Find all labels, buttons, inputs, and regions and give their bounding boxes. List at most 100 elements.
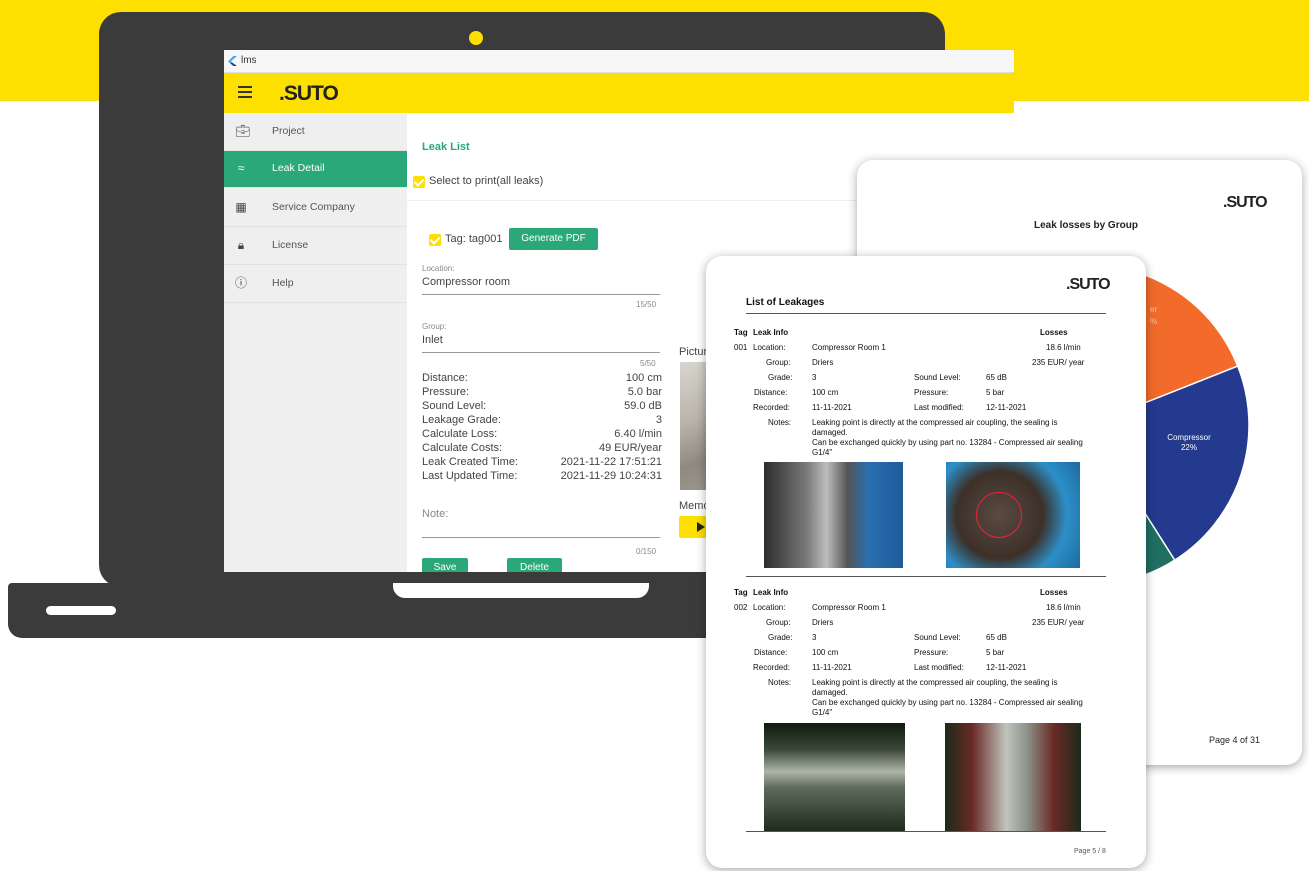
select-all-checkbox[interactable]	[413, 176, 425, 188]
location-underline	[422, 294, 660, 295]
sidebar-item-label: Leak Detail	[272, 162, 325, 174]
notes-line: Can be exchanged quickly by using part n…	[812, 438, 1083, 447]
laptop-slot	[46, 606, 116, 615]
location-value: Compressor Room 1	[812, 343, 886, 352]
tag-value: 001	[734, 343, 748, 352]
report-page-list: .SUTO List of Leakages Tag Leak Info Los…	[706, 256, 1146, 868]
col-losses: Losses	[1040, 328, 1068, 337]
calculate-loss-value: 6.40 l/min	[614, 428, 662, 440]
save-button[interactable]: Save	[422, 558, 468, 572]
loss-flow: 18.6 l/min	[1046, 343, 1081, 352]
leak-icon: ≈	[237, 161, 245, 175]
col-losses: Losses	[1040, 588, 1068, 597]
delete-button[interactable]: Delete	[507, 558, 562, 572]
leak-photo-ball-valve	[945, 723, 1081, 831]
sidebar-item-service-company[interactable]: ▦ Service Company	[224, 190, 407, 227]
distance-label: Distance:	[422, 372, 468, 384]
generate-pdf-button[interactable]: Generate PDF	[509, 228, 598, 250]
updated-time-label: Last Updated Time:	[422, 470, 518, 482]
group-field[interactable]: Inlet	[422, 334, 443, 346]
highlight-circle-icon	[976, 492, 1022, 538]
location-value: Compressor Room 1	[812, 603, 886, 612]
lock-icon: 🔒︎	[237, 238, 245, 252]
sidebar-item-label: License	[272, 239, 309, 251]
menu-icon[interactable]	[238, 91, 252, 93]
sidebar: 💼︎ Project ≈ Leak Detail ▦ Service Compa…	[224, 114, 407, 572]
grade-label: Grade:	[768, 373, 793, 382]
notes-line: damaged.	[812, 428, 848, 437]
notes-line: Leaking point is directly at the compres…	[812, 418, 1058, 427]
pressure-value: 5 bar	[986, 648, 1005, 657]
col-tag: Tag	[734, 588, 748, 597]
pie-label-compressor-pct: 22%	[1180, 443, 1197, 452]
notes-label: Notes:	[768, 678, 792, 687]
pie-label-compressor: Compressor	[1167, 433, 1211, 442]
window-title: lms	[241, 55, 257, 66]
help-icon: ⓘ	[235, 276, 248, 290]
notes-line: Leaking point is directly at the compres…	[812, 678, 1058, 687]
divider	[746, 831, 1106, 832]
modified-value: 12-11-2021	[986, 663, 1027, 672]
notes-line: damaged.	[812, 688, 848, 697]
distance-value: 100 cm	[625, 372, 662, 384]
pressure-label: Pressure:	[914, 388, 949, 397]
camera-icon	[469, 31, 483, 45]
grade-value: 3	[812, 373, 817, 382]
group-value: Driers	[812, 358, 834, 367]
grade-label: Grade:	[768, 633, 793, 642]
distance-value: 100 cm	[812, 648, 839, 657]
pressure-value: 5.0 bar	[627, 386, 662, 398]
modified-label: Last modified:	[914, 663, 964, 672]
group-value: Driers	[812, 618, 834, 627]
brand-logo: .SUTO	[279, 82, 339, 105]
notes-line: Can be exchanged quickly by using part n…	[812, 698, 1083, 707]
location-field[interactable]: Compressor room	[422, 276, 510, 288]
created-time-value: 2021-11-22 17:51:21	[560, 456, 662, 468]
loss-flow: 18.6 l/min	[1046, 603, 1081, 612]
briefcase-icon: 💼︎	[235, 124, 251, 138]
building-icon: ▦	[235, 200, 247, 214]
created-time-label: Leak Created Time:	[422, 456, 518, 468]
leak-photo-valve	[764, 723, 905, 831]
tag-checkbox[interactable]	[429, 234, 441, 246]
pressure-label: Pressure:	[914, 648, 949, 657]
distance-label: Distance:	[754, 388, 788, 397]
notes-line: G1/4"	[812, 708, 833, 717]
sidebar-item-project[interactable]: 💼︎ Project	[224, 114, 407, 151]
leakage-grade-label: Leakage Grade:	[422, 414, 501, 426]
pressure-label: Pressure:	[422, 386, 470, 398]
grade-value: 3	[812, 633, 817, 642]
divider	[746, 313, 1106, 314]
col-leak-info: Leak Info	[753, 588, 789, 597]
notes-line: G1/4"	[812, 448, 833, 457]
col-tag: Tag	[734, 328, 748, 337]
modified-label: Last modified:	[914, 403, 964, 412]
page-title: Leak List	[422, 141, 470, 153]
sound-label: Sound Level:	[914, 373, 961, 382]
group-label: Group:	[766, 358, 791, 367]
note-label: Note:	[422, 508, 449, 520]
note-field[interactable]	[422, 537, 660, 538]
group-label: Group:	[766, 618, 791, 627]
pie-label-partial-1: er	[1150, 305, 1158, 314]
sidebar-item-leak-detail[interactable]: ≈ Leak Detail	[224, 151, 407, 188]
app-bar: .SUTO	[224, 73, 1014, 113]
sound-level-label: Sound Level:	[422, 400, 487, 412]
laptop-notch	[393, 583, 649, 598]
report-logo: .SUTO	[1066, 276, 1111, 293]
sidebar-item-help[interactable]: ⓘ Help	[224, 266, 407, 303]
recorded-value: 11-11-2021	[812, 403, 852, 412]
location-counter: 15/50	[636, 300, 657, 309]
leakage-grade-value: 3	[655, 414, 662, 426]
location-label: Location:	[753, 343, 786, 352]
leak-photo-detail	[946, 462, 1080, 568]
window-titlebar: lms	[224, 50, 1014, 73]
calculate-loss-label: Calculate Loss:	[422, 428, 498, 440]
calculate-costs-value: 49 EUR/year	[599, 442, 662, 454]
sidebar-item-license[interactable]: 🔒︎ License	[224, 228, 407, 265]
loss-cost: 235 EUR/ year	[1032, 618, 1085, 627]
select-all-label: Select to print(all leaks)	[429, 175, 544, 187]
sidebar-item-label: Help	[272, 277, 294, 289]
report-title: List of Leakages	[746, 297, 825, 308]
sound-label: Sound Level:	[914, 633, 961, 642]
